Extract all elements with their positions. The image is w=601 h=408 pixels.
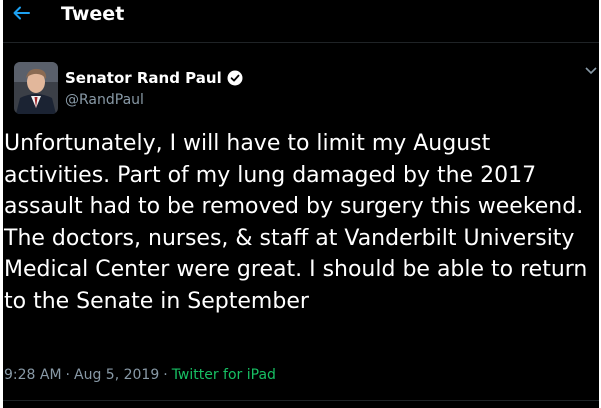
- tweet-text: Unfortunately, I will have to limit my A…: [4, 131, 588, 314]
- author-handle[interactable]: @RandPaul: [65, 91, 144, 109]
- divider: [3, 400, 599, 401]
- tweet-menu-button[interactable]: [583, 62, 599, 78]
- back-button[interactable]: [10, 2, 32, 24]
- meta-separator: ·: [65, 367, 70, 383]
- tweet-source-link[interactable]: Twitter for iPad: [172, 367, 276, 383]
- verified-badge-icon: [227, 70, 243, 86]
- author-row: Senator Rand Paul: [65, 68, 243, 88]
- tweet-time[interactable]: 9:28 AM: [4, 367, 62, 383]
- top-bar: Tweet: [3, 0, 599, 43]
- chevron-down-icon: [585, 67, 597, 75]
- page-title: Tweet: [61, 3, 125, 25]
- avatar[interactable]: [14, 62, 58, 114]
- tweet-date[interactable]: Aug 5, 2019: [74, 367, 159, 383]
- meta-separator: ·: [163, 367, 168, 383]
- tweet-page: Tweet Senator Rand Paul @RandPaul Unfort…: [3, 0, 599, 408]
- author-name[interactable]: Senator Rand Paul: [65, 68, 222, 88]
- arrow-left-icon: [13, 6, 30, 20]
- tweet-meta: 9:28 AM · Aug 5, 2019 · Twitter for iPad: [4, 366, 276, 384]
